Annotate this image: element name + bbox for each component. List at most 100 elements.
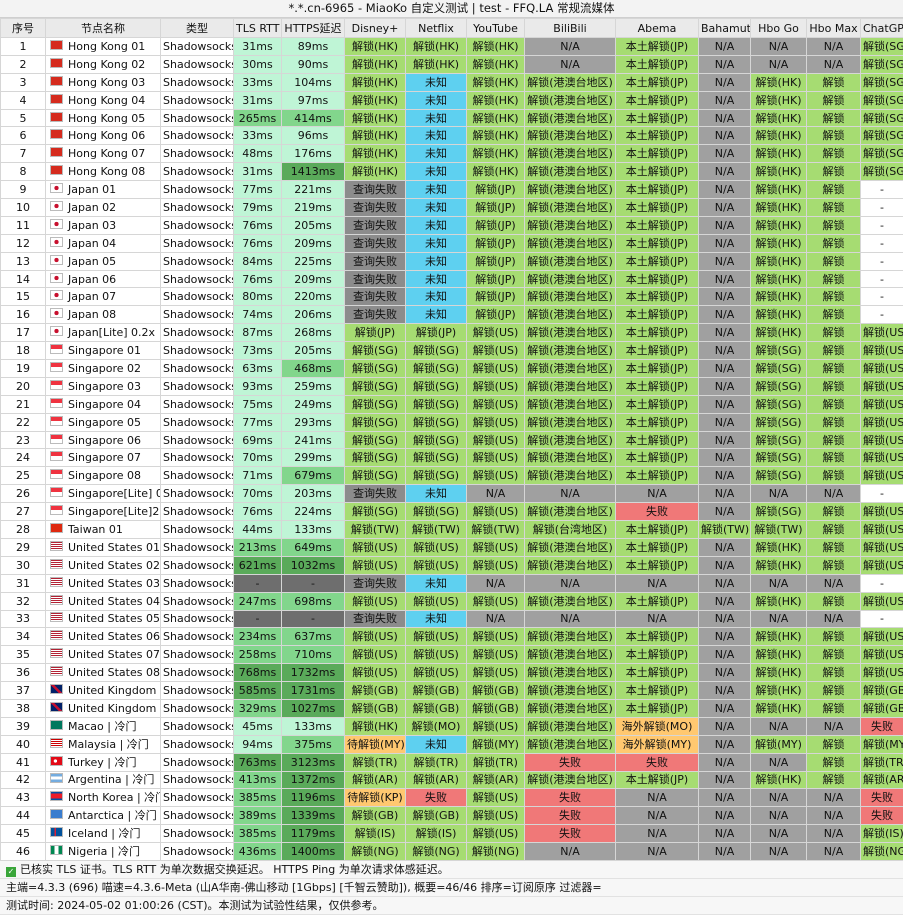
table-row: 15Japan 07Shadowsocks80ms220ms查询失败未知解锁(J…: [1, 288, 903, 306]
table-cell: 209ms: [282, 270, 345, 288]
table-cell: 293ms: [282, 413, 345, 431]
table-cell: 30: [1, 556, 46, 574]
table-cell: N/A: [699, 413, 751, 431]
table-cell: 解锁(TW): [345, 521, 406, 539]
table-cell: 本土解锁(JP): [616, 699, 699, 717]
table-cell: 解锁(SG): [406, 377, 467, 395]
table-cell: 解锁(US): [861, 413, 903, 431]
table-cell: N/A: [807, 825, 861, 843]
table-cell: 未知: [406, 216, 467, 234]
window-title: *.*.cn-6965 - MiaoKo 自定义测试 | test - FFQ.…: [0, 0, 903, 18]
table-cell: 查询失败: [345, 252, 406, 270]
table-row: 45Iceland | 冷门Shadowsocks385ms1179ms解锁(I…: [1, 825, 903, 843]
table-cell: 解锁(TR): [345, 753, 406, 771]
table-cell: 解锁(港澳台地区): [525, 306, 616, 324]
table-cell: 解锁(JP): [406, 324, 467, 342]
table-cell: N/A: [699, 825, 751, 843]
flag-icon: [50, 76, 63, 86]
table-row: 25Singapore 08Shadowsocks71ms679ms解锁(SG)…: [1, 467, 903, 485]
table-cell: Shadowsocks: [161, 360, 234, 378]
table-cell: 本土解锁(JP): [616, 199, 699, 217]
table-cell: 解锁(SG): [751, 377, 807, 395]
table-cell: N/A: [751, 753, 807, 771]
table-cell: -: [861, 574, 903, 592]
table-cell: 104ms: [282, 73, 345, 91]
table-cell: N/A: [699, 270, 751, 288]
node-name: Hong Kong 03: [68, 76, 145, 89]
table-cell: 解锁(US): [467, 503, 525, 521]
table-cell: 未知: [406, 252, 467, 270]
table-row: 20Singapore 03Shadowsocks93ms259ms解锁(SG)…: [1, 377, 903, 395]
table-cell: 解锁(US): [467, 646, 525, 664]
table-cell: 585ms: [234, 682, 282, 700]
table-cell: N/A: [699, 771, 751, 789]
table-cell: N/A: [807, 38, 861, 56]
node-name: United States 03: [68, 577, 160, 590]
table-cell: N/A: [699, 628, 751, 646]
table-cell: N/A: [699, 610, 751, 628]
table-cell: 解锁: [807, 91, 861, 109]
table-cell: 解锁(US): [861, 431, 903, 449]
flag-icon: [50, 290, 63, 300]
table-cell: 24: [1, 449, 46, 467]
flag-icon: [50, 147, 63, 157]
table-cell: 解锁(US): [467, 467, 525, 485]
table-cell: 解锁(IS): [345, 825, 406, 843]
table-row: 14Japan 06Shadowsocks76ms209ms查询失败未知解锁(J…: [1, 270, 903, 288]
table-cell: N/A: [525, 574, 616, 592]
table-cell: Shadowsocks: [161, 73, 234, 91]
table-cell: N/A: [616, 843, 699, 861]
table-cell: Shadowsocks: [161, 789, 234, 807]
table-cell: -: [861, 270, 903, 288]
table-cell: 解锁(HK): [751, 252, 807, 270]
table-cell: 解锁(US): [345, 556, 406, 574]
flag-icon: [50, 58, 63, 68]
table-cell: 解锁(HK): [751, 646, 807, 664]
node-name: United States 06: [68, 630, 160, 643]
table-cell: 97ms: [282, 91, 345, 109]
table-cell: 1027ms: [282, 699, 345, 717]
node-name: Hong Kong 05: [68, 112, 145, 125]
table-cell: 268ms: [282, 324, 345, 342]
table-cell: 本土解锁(JP): [616, 467, 699, 485]
node-name-cell: Japan 03: [46, 216, 161, 234]
table-cell: 解锁(GB): [406, 682, 467, 700]
node-name: United States 08: [68, 666, 160, 679]
flag-icon: [50, 398, 63, 408]
node-name: Japan 04: [68, 237, 116, 250]
table-cell: 本土解锁(JP): [616, 771, 699, 789]
table-cell: N/A: [751, 807, 807, 825]
table-cell: 12: [1, 234, 46, 252]
table-cell: 查询失败: [345, 574, 406, 592]
table-cell: 未知: [406, 73, 467, 91]
table-cell: 本土解锁(JP): [616, 628, 699, 646]
table-cell: 解锁(SG): [345, 431, 406, 449]
flag-icon: [50, 165, 63, 175]
table-row: 30United States 02Shadowsocks621ms1032ms…: [1, 556, 903, 574]
table-cell: N/A: [751, 485, 807, 503]
flag-icon: [50, 791, 63, 801]
table-cell: 解锁(港澳台地区): [525, 199, 616, 217]
table-cell: Shadowsocks: [161, 145, 234, 163]
table-cell: -: [861, 234, 903, 252]
table-cell: 解锁: [807, 664, 861, 682]
table-cell: 16: [1, 306, 46, 324]
node-name: Japan 03: [68, 219, 116, 232]
table-row: 17Japan[Lite] 0.2xShadowsocks87ms268ms解锁…: [1, 324, 903, 342]
table-cell: 本土解锁(JP): [616, 163, 699, 181]
table-cell: 解锁: [807, 234, 861, 252]
table-cell: N/A: [699, 342, 751, 360]
node-name-cell: Japan 05: [46, 252, 161, 270]
flag-icon: [50, 183, 63, 193]
node-name: Singapore 08: [68, 469, 141, 482]
table-cell: 133ms: [282, 717, 345, 735]
table-cell: Shadowsocks: [161, 521, 234, 539]
table-cell: 解锁(SG): [345, 503, 406, 521]
table-cell: N/A: [699, 360, 751, 378]
table-cell: 209ms: [282, 234, 345, 252]
table-cell: 解锁(US): [861, 342, 903, 360]
flag-icon: [50, 487, 63, 497]
table-cell: 失败: [525, 825, 616, 843]
table-cell: 70ms: [234, 449, 282, 467]
table-cell: 解锁(SG): [406, 431, 467, 449]
